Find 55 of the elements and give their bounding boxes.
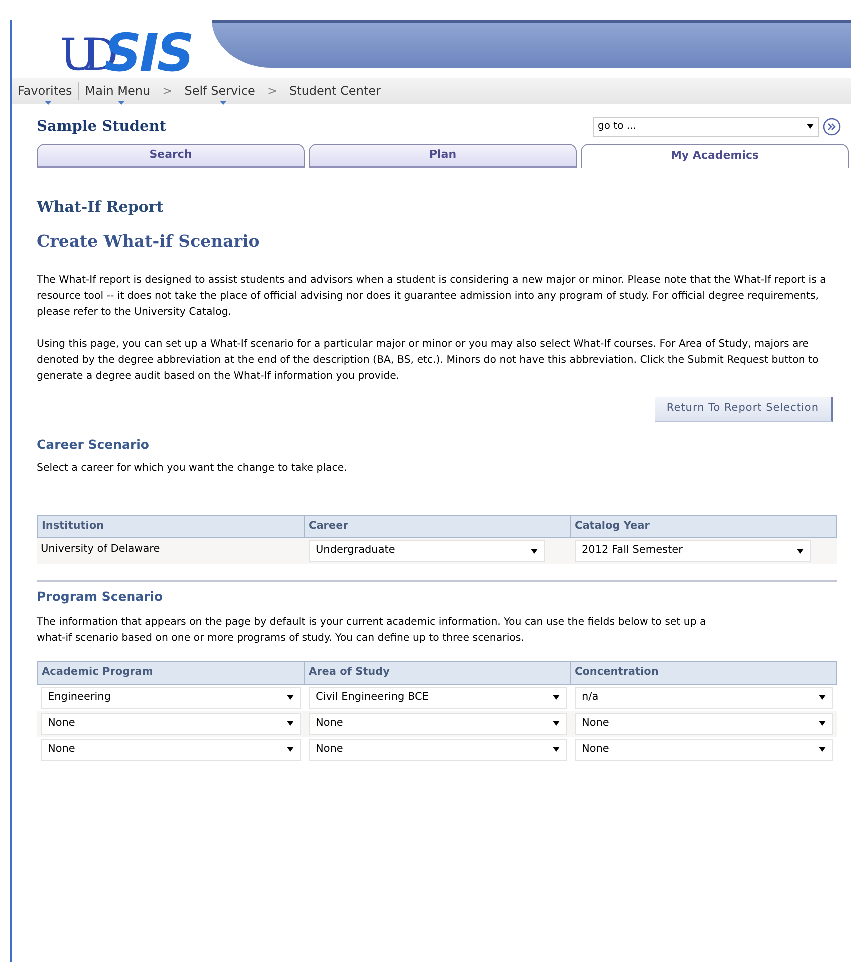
dropdown[interactable]: n/a <box>575 686 833 709</box>
breadcrumb-link[interactable]: Student Center <box>290 84 381 98</box>
column-header: Area of Study <box>305 661 571 685</box>
description-text: Using this page, you can set up a What-If scenario for a particular major or minor or you may also select What-If courses. For Area of Study, majors are denoted by the degree abbreviation at the end of the description (BA, BS, etc.). Minors do not have this abbreviation. Click the Submit Request button to generate a degree audit based on the What-If information you provide. <box>37 338 820 384</box>
go-to-dropdown[interactable]: go to ... <box>593 116 819 137</box>
dropdown[interactable]: Undergraduate <box>309 540 545 562</box>
breadcrumb-separator: > <box>266 83 278 100</box>
column-header: Institution <box>37 514 305 538</box>
dropdown[interactable]: Engineering <box>41 686 301 709</box>
caret-icon <box>287 695 294 700</box>
description-text: The What-If report is designed to assist students and advisors when a student is considering a new major or minor. Please note that the What-If report is a resource tool -- it does not take the place of official advising nor does it guarantee admission into any program of study. For official degree requirements, please refer to the University Catalog. <box>37 274 828 320</box>
dropdown-arrow-icon <box>45 101 52 105</box>
dropdown-arrow-icon <box>118 101 125 105</box>
dropdown[interactable]: 2012 Fall Semester <box>575 540 811 562</box>
menu-link[interactable]: Self Service <box>184 84 256 98</box>
section-heading: Career Scenario <box>37 436 151 454</box>
caret-icon <box>531 548 538 554</box>
caret-icon <box>553 747 560 752</box>
caret-icon <box>807 124 814 130</box>
tab[interactable]: Search <box>37 144 305 168</box>
column-header: Academic Program <box>37 661 305 685</box>
caret-icon <box>819 695 826 700</box>
column-header: Concentration <box>571 661 837 685</box>
menu-link[interactable]: Favorites <box>18 84 72 98</box>
caret-icon <box>819 747 826 752</box>
logo: UDSIS <box>59 23 193 78</box>
dropdown[interactable]: None <box>41 738 301 761</box>
dropdown[interactable]: None <box>575 738 833 761</box>
caret-icon <box>819 721 826 726</box>
dropdown-arrow-icon <box>220 101 228 105</box>
instruction-text: Select a career for which you want the change to take place. <box>37 462 348 476</box>
page-title: What-If Report <box>37 196 165 218</box>
section-title: Create What-if Scenario <box>37 231 261 254</box>
caret-icon <box>553 695 560 700</box>
tab[interactable]: Plan <box>309 144 577 168</box>
caret-icon <box>553 721 560 726</box>
table-cell-text: University of Delaware <box>40 542 162 558</box>
menu-link[interactable]: Main Menu <box>85 84 151 98</box>
section-heading: Program Scenario <box>37 588 164 606</box>
dropdown[interactable]: None <box>309 738 567 761</box>
return-button[interactable]: Return To Report Selection <box>654 397 833 422</box>
column-header: Catalog Year <box>571 514 837 538</box>
go-button-icon[interactable] <box>823 118 841 136</box>
tab[interactable]: My Academics <box>581 144 849 168</box>
breadcrumb-separator: > <box>162 83 174 100</box>
column-header: Career <box>305 514 571 538</box>
dropdown[interactable]: None <box>575 712 833 735</box>
dropdown[interactable]: Civil Engineering BCE <box>309 686 567 709</box>
instruction-text: The information that appears on the page by default is your current academic information. You can use the fields below to set up a what-if scenario based on one or more programs of study. You can define up to three scenarios. <box>37 616 708 646</box>
student-name: Sample Student <box>37 117 166 137</box>
caret-icon <box>287 747 294 752</box>
caret-icon <box>287 721 294 726</box>
caret-icon <box>797 548 804 554</box>
dropdown[interactable]: None <box>41 712 301 735</box>
dropdown[interactable]: None <box>309 712 567 735</box>
